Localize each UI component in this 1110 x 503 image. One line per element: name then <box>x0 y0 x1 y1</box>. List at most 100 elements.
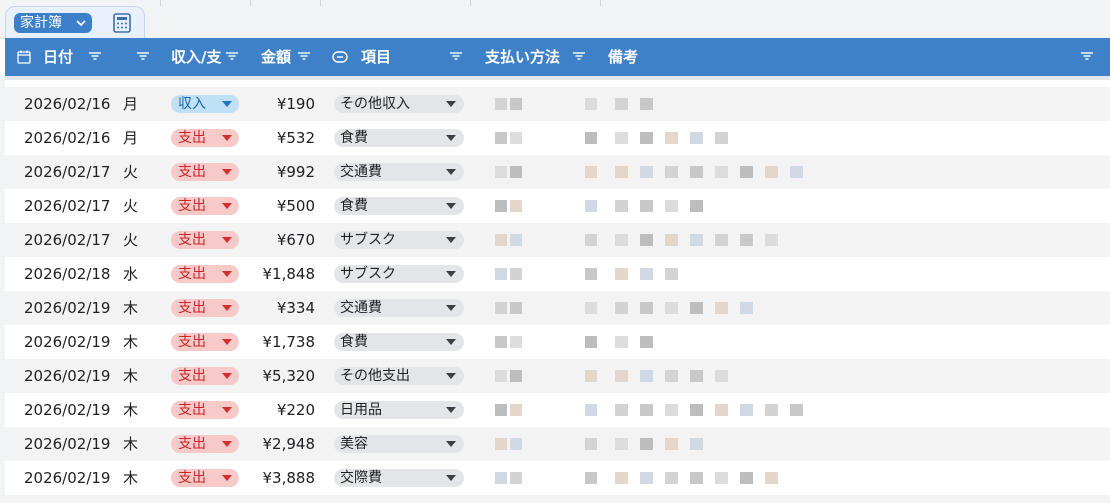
amount-cell[interactable]: ¥5,320 <box>263 359 316 393</box>
amount-cell[interactable]: ¥532 <box>277 121 315 155</box>
table-name-button[interactable]: 家計簿 <box>14 13 92 33</box>
dropdown-arrow-icon <box>222 101 232 107</box>
category-select[interactable]: その他収入 <box>334 95 464 113</box>
amount-cell[interactable]: ¥220 <box>277 393 315 427</box>
type-label: 支出 <box>178 300 206 316</box>
amount-cell[interactable]: ¥1,848 <box>263 257 316 291</box>
type-select[interactable]: 支出 <box>171 299 239 317</box>
filter-icon[interactable] <box>136 51 150 61</box>
category-select[interactable]: サブスク <box>334 231 464 249</box>
redacted-note <box>615 404 628 416</box>
category-select[interactable]: 食費 <box>334 129 464 147</box>
redacted-note <box>640 336 653 348</box>
amount-cell[interactable]: ¥670 <box>277 223 315 257</box>
redacted-note <box>740 404 753 416</box>
redacted-note <box>665 132 678 144</box>
date-cell[interactable]: 2026/02/17 <box>24 189 110 223</box>
filter-icon[interactable] <box>297 51 311 61</box>
redacted-payment <box>585 336 597 348</box>
category-select[interactable]: 食費 <box>334 333 464 351</box>
header-date[interactable]: 日付 <box>43 38 73 76</box>
redacted-payment <box>585 268 597 280</box>
redacted-note <box>615 234 628 246</box>
table-header: 日付 収入/支 金額 項目 支払い方法 備考 <box>5 38 1110 76</box>
category-select[interactable]: 交通費 <box>334 299 464 317</box>
category-select[interactable]: その他支出 <box>334 367 464 385</box>
redacted-payment <box>585 132 597 144</box>
type-select[interactable]: 支出 <box>171 197 239 215</box>
redacted-note <box>615 200 628 212</box>
filter-icon[interactable] <box>449 51 463 61</box>
category-select[interactable]: 交通費 <box>334 163 464 181</box>
date-cell[interactable]: 2026/02/19 <box>24 427 110 461</box>
table-tab[interactable]: 家計簿 <box>5 6 145 38</box>
amount-cell[interactable]: ¥500 <box>277 189 315 223</box>
redacted-note <box>640 200 653 212</box>
type-select[interactable]: 支出 <box>171 367 239 385</box>
type-select[interactable]: 支出 <box>171 333 239 351</box>
type-select[interactable]: 支出 <box>171 163 239 181</box>
type-label: 支出 <box>178 334 206 350</box>
header-payment[interactable]: 支払い方法 <box>485 38 560 76</box>
date-cell[interactable]: 2026/02/19 <box>24 393 110 427</box>
redacted-payment <box>585 370 597 382</box>
amount-cell[interactable]: ¥992 <box>277 155 315 189</box>
date-cell[interactable]: 2026/02/19 <box>24 325 110 359</box>
redacted-note <box>640 438 653 450</box>
amount-cell[interactable]: ¥3,888 <box>263 461 316 495</box>
category-label: サブスク <box>340 232 396 248</box>
amount-cell[interactable]: ¥334 <box>277 291 315 325</box>
category-select[interactable]: 日用品 <box>334 401 464 419</box>
calculator-icon[interactable] <box>110 11 134 35</box>
calendar-icon <box>17 50 31 64</box>
category-label: 食費 <box>340 198 368 214</box>
amount-cell[interactable]: ¥2,948 <box>263 427 316 461</box>
redacted-note <box>665 200 678 212</box>
filter-icon[interactable] <box>1080 51 1094 61</box>
table-name-label: 家計簿 <box>20 15 62 31</box>
date-cell[interactable]: 2026/02/19 <box>24 461 110 495</box>
header-amount[interactable]: 金額 <box>261 38 291 76</box>
category-label: サブスク <box>340 266 396 282</box>
table-row: 2026/02/19 木 支出 ¥334 交通費 <box>5 291 1110 325</box>
amount-cell[interactable]: ¥190 <box>277 87 315 121</box>
type-select[interactable]: 支出 <box>171 401 239 419</box>
category-select[interactable]: 交際費 <box>334 469 464 487</box>
redacted-note <box>690 370 703 382</box>
header-category[interactable]: 項目 <box>361 38 391 76</box>
date-cell[interactable]: 2026/02/19 <box>24 291 110 325</box>
redacted-note <box>665 302 678 314</box>
redacted-payment <box>510 268 522 280</box>
category-select[interactable]: 食費 <box>334 197 464 215</box>
type-select[interactable]: 支出 <box>171 231 239 249</box>
grid-line <box>160 0 161 6</box>
redacted-payment <box>585 200 597 212</box>
redacted-note <box>665 166 678 178</box>
redacted-note <box>715 302 728 314</box>
redacted-note <box>715 132 728 144</box>
type-select[interactable]: 支出 <box>171 435 239 453</box>
table-row: 2026/02/19 木 支出 ¥2,948 美容 <box>5 427 1110 461</box>
filter-icon[interactable] <box>572 51 586 61</box>
category-select[interactable]: サブスク <box>334 265 464 283</box>
date-cell[interactable]: 2026/02/17 <box>24 223 110 257</box>
date-cell[interactable]: 2026/02/16 <box>24 121 110 155</box>
redacted-note <box>690 302 703 314</box>
header-type[interactable]: 収入/支 <box>171 38 221 76</box>
date-cell[interactable]: 2026/02/18 <box>24 257 110 291</box>
filter-icon[interactable] <box>88 51 102 61</box>
day-cell: 月 <box>123 95 139 113</box>
category-select[interactable]: 美容 <box>334 435 464 453</box>
type-select[interactable]: 収入 <box>171 95 239 113</box>
type-select[interactable]: 支出 <box>171 265 239 283</box>
type-select[interactable]: 支出 <box>171 129 239 147</box>
type-select[interactable]: 支出 <box>171 469 239 487</box>
dropdown-arrow-icon <box>446 407 456 413</box>
amount-cell[interactable]: ¥1,738 <box>263 325 316 359</box>
date-cell[interactable]: 2026/02/16 <box>24 87 110 121</box>
date-cell[interactable]: 2026/02/19 <box>24 359 110 393</box>
redacted-note <box>715 370 728 382</box>
date-cell[interactable]: 2026/02/17 <box>24 155 110 189</box>
filter-icon[interactable] <box>225 51 239 61</box>
header-notes[interactable]: 備考 <box>608 38 638 76</box>
